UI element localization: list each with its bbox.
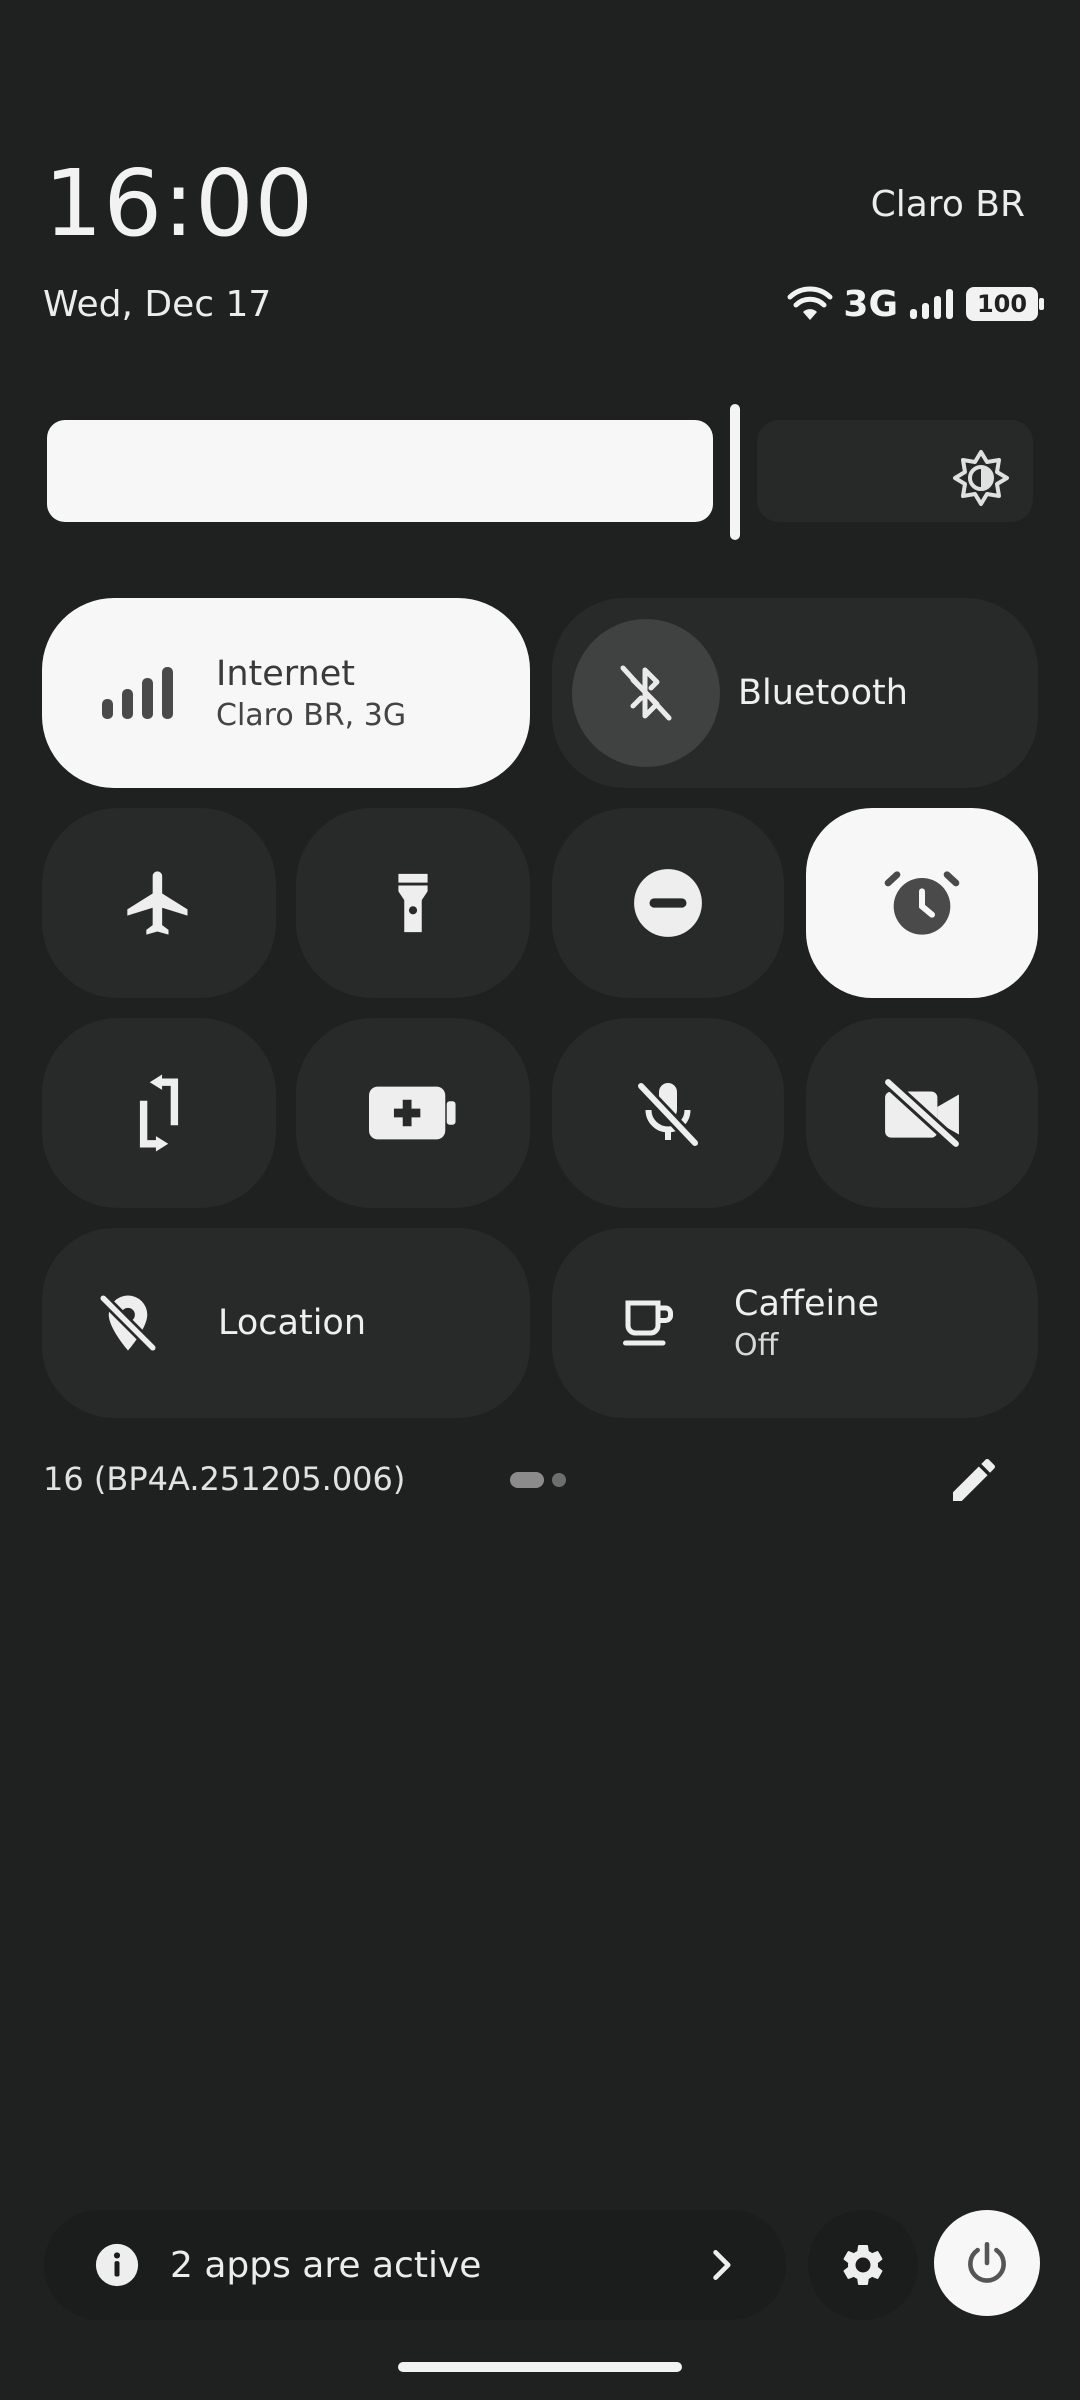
edit-pencil-icon[interactable] xyxy=(946,1452,1002,1508)
alarm-icon xyxy=(884,871,960,935)
airplane-icon xyxy=(127,871,188,935)
airplane-mode-tile[interactable] xyxy=(42,808,276,998)
location-tile[interactable]: Location xyxy=(42,1228,530,1418)
active-apps-button[interactable]: 2 apps are active xyxy=(44,2210,786,2320)
active-apps-label: 2 apps are active xyxy=(170,2244,482,2286)
chevron-right-icon xyxy=(713,2250,731,2280)
do-not-disturb-icon xyxy=(634,869,702,937)
microphone-tile[interactable] xyxy=(552,1018,784,1208)
brightness-fill xyxy=(47,420,713,522)
location-off-icon xyxy=(99,1294,157,1352)
date[interactable]: Wed, Dec 17 xyxy=(43,284,271,325)
brightness-track[interactable] xyxy=(757,420,1033,522)
battery-level: 100 xyxy=(976,290,1028,318)
camera-off-icon xyxy=(884,1078,960,1148)
power-button[interactable] xyxy=(934,2210,1040,2316)
mic-off-icon xyxy=(636,1081,700,1148)
coffee-cup-icon xyxy=(623,1300,673,1346)
status-icons: 3G 100 xyxy=(787,280,1044,328)
page-dot-active xyxy=(510,1472,544,1488)
internet-tile[interactable]: Internet Claro BR, 3G xyxy=(42,598,530,788)
battery-icon: 100 xyxy=(966,287,1044,321)
gear-icon xyxy=(843,2245,883,2285)
bluetooth-toggle[interactable] xyxy=(572,619,720,767)
power-icon xyxy=(968,2241,1006,2283)
carrier-name: Claro BR xyxy=(870,184,1025,225)
bluetooth-tile[interactable]: Bluetooth xyxy=(552,598,1038,788)
location-label: Location xyxy=(218,1303,367,1343)
brightness-slider[interactable] xyxy=(47,404,1033,540)
page-dot xyxy=(552,1473,566,1487)
battery-saver-icon xyxy=(369,1086,456,1140)
info-icon xyxy=(95,2243,139,2287)
signal-bars-icon xyxy=(102,667,173,719)
battery-saver-tile[interactable] xyxy=(296,1018,530,1208)
home-gesture-bar[interactable] xyxy=(398,2362,682,2372)
wifi-icon xyxy=(787,286,833,320)
cell-signal-icon xyxy=(910,289,953,319)
caffeine-tile[interactable]: Caffeine Off xyxy=(552,1228,1038,1418)
flashlight-icon xyxy=(398,873,428,933)
camera-tile[interactable] xyxy=(806,1018,1038,1208)
caffeine-label: Caffeine xyxy=(734,1283,879,1324)
caffeine-status: Off xyxy=(734,1327,779,1363)
brightness-icon xyxy=(953,450,1009,506)
network-type: 3G xyxy=(843,283,898,325)
brightness-thumb[interactable] xyxy=(730,404,740,540)
internet-label: Internet xyxy=(216,653,355,694)
clock[interactable]: 16:00 xyxy=(44,150,314,257)
do-not-disturb-tile[interactable] xyxy=(552,808,784,998)
bluetooth-off-icon xyxy=(620,665,672,721)
alarm-tile[interactable] xyxy=(806,808,1038,998)
settings-button[interactable] xyxy=(808,2210,918,2320)
auto-rotate-tile[interactable] xyxy=(42,1018,276,1208)
auto-rotate-icon xyxy=(139,1074,179,1152)
internet-subtitle: Claro BR, 3G xyxy=(216,697,407,733)
build-number[interactable]: 16 (BP4A.251205.006) xyxy=(43,1460,405,1498)
flashlight-tile[interactable] xyxy=(296,808,530,998)
page-indicator xyxy=(510,1472,566,1488)
bluetooth-label: Bluetooth xyxy=(738,673,908,713)
